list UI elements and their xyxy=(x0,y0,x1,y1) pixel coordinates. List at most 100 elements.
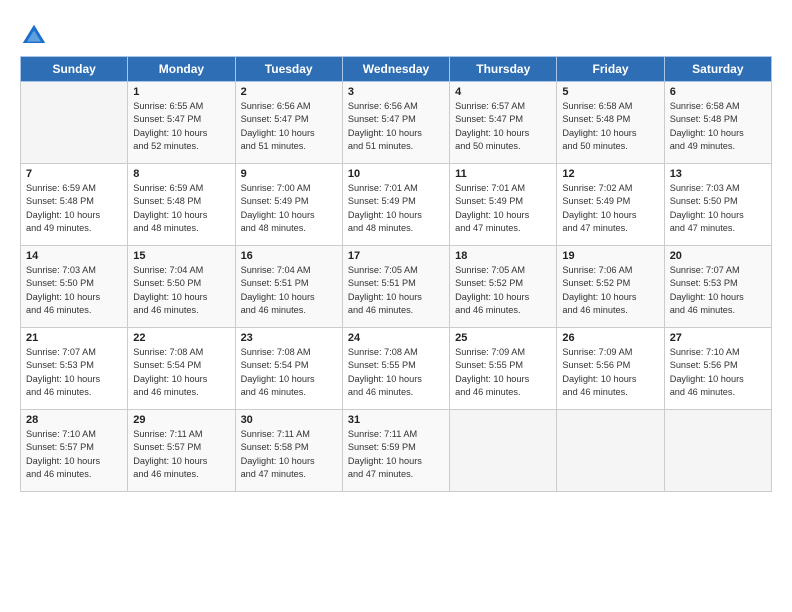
day-number: 3 xyxy=(348,86,444,98)
day-number: 14 xyxy=(26,250,122,262)
calendar-cell: 29 Sunrise: 7:11 AM Sunset: 5:57 PM Dayli… xyxy=(128,410,235,492)
calendar-cell: 8 Sunrise: 6:59 AM Sunset: 5:48 PM Daylig… xyxy=(128,164,235,246)
day-info: Sunrise: 7:08 AM Sunset: 5:54 PM Dayligh… xyxy=(133,346,229,399)
day-number: 7 xyxy=(26,168,122,180)
day-info: Sunrise: 7:09 AM Sunset: 5:56 PM Dayligh… xyxy=(562,346,658,399)
day-number: 24 xyxy=(348,332,444,344)
weekday-header: Tuesday xyxy=(235,57,342,82)
calendar-cell: 9Sunrise: 7:00 AM Sunset: 5:49 PM Daylig… xyxy=(235,164,342,246)
calendar-week-row: 21Sunrise: 7:07 AM Sunset: 5:53 PM Dayli… xyxy=(21,328,772,410)
day-info: Sunrise: 6:56 AM Sunset: 5:47 PM Dayligh… xyxy=(348,100,444,153)
day-number: 23 xyxy=(241,332,337,344)
calendar-cell: 7 Sunrise: 6:59 AM Sunset: 5:48 PM Daylig… xyxy=(21,164,128,246)
day-info: Sunrise: 7:01 AM Sunset: 5:49 PM Dayligh… xyxy=(348,182,444,235)
calendar-cell: 25Sunrise: 7:09 AM Sunset: 5:55 PM Dayli… xyxy=(450,328,557,410)
calendar-cell: 11Sunrise: 7:01 AM Sunset: 5:49 PM Dayli… xyxy=(450,164,557,246)
weekday-header: Thursday xyxy=(450,57,557,82)
day-number: 17 xyxy=(348,250,444,262)
calendar-cell: 5 Sunrise: 6:58 AM Sunset: 5:48 PM Daylig… xyxy=(557,82,664,164)
day-info: Sunrise: 7:03 AM Sunset: 5:50 PM Dayligh… xyxy=(670,182,766,235)
logo xyxy=(20,22,52,50)
calendar-cell: 2 Sunrise: 6:56 AM Sunset: 5:47 PM Daylig… xyxy=(235,82,342,164)
day-info: Sunrise: 7:06 AM Sunset: 5:52 PM Dayligh… xyxy=(562,264,658,317)
day-info: Sunrise: 7:05 AM Sunset: 5:52 PM Dayligh… xyxy=(455,264,551,317)
day-info: Sunrise: 6:57 AM Sunset: 5:47 PM Dayligh… xyxy=(455,100,551,153)
calendar-cell: 10 Sunrise: 7:01 AM Sunset: 5:49 PM Dayli… xyxy=(342,164,449,246)
calendar-cell: 31 Sunrise: 7:11 AM Sunset: 5:59 PM Dayli… xyxy=(342,410,449,492)
day-info: Sunrise: 7:11 AM Sunset: 5:58 PM Dayligh… xyxy=(241,428,337,481)
day-number: 30 xyxy=(241,414,337,426)
day-info: Sunrise: 7:07 AM Sunset: 5:53 PM Dayligh… xyxy=(26,346,122,399)
calendar-week-row: 7 Sunrise: 6:59 AM Sunset: 5:48 PM Daylig… xyxy=(21,164,772,246)
day-info: Sunrise: 7:09 AM Sunset: 5:55 PM Dayligh… xyxy=(455,346,551,399)
day-info: Sunrise: 7:10 AM Sunset: 5:56 PM Dayligh… xyxy=(670,346,766,399)
logo-icon xyxy=(20,22,48,50)
calendar-week-row: 14 Sunrise: 7:03 AM Sunset: 5:50 PM Dayli… xyxy=(21,246,772,328)
day-number: 10 xyxy=(348,168,444,180)
day-info: Sunrise: 7:00 AM Sunset: 5:49 PM Dayligh… xyxy=(241,182,337,235)
calendar-cell: 4Sunrise: 6:57 AM Sunset: 5:47 PM Daylig… xyxy=(450,82,557,164)
day-number: 28 xyxy=(26,414,122,426)
calendar-cell: 18 Sunrise: 7:05 AM Sunset: 5:52 PM Dayli… xyxy=(450,246,557,328)
calendar-cell: 1 Sunrise: 6:55 AM Sunset: 5:47 PM Daylig… xyxy=(128,82,235,164)
day-number: 18 xyxy=(455,250,551,262)
day-info: Sunrise: 6:58 AM Sunset: 5:48 PM Dayligh… xyxy=(670,100,766,153)
day-info: Sunrise: 7:02 AM Sunset: 5:49 PM Dayligh… xyxy=(562,182,658,235)
day-info: Sunrise: 7:05 AM Sunset: 5:51 PM Dayligh… xyxy=(348,264,444,317)
day-info: Sunrise: 6:58 AM Sunset: 5:48 PM Dayligh… xyxy=(562,100,658,153)
calendar-cell: 21Sunrise: 7:07 AM Sunset: 5:53 PM Dayli… xyxy=(21,328,128,410)
day-number: 22 xyxy=(133,332,229,344)
weekday-header: Wednesday xyxy=(342,57,449,82)
day-info: Sunrise: 7:11 AM Sunset: 5:59 PM Dayligh… xyxy=(348,428,444,481)
day-number: 1 xyxy=(133,86,229,98)
calendar-cell: 27 Sunrise: 7:10 AM Sunset: 5:56 PM Dayli… xyxy=(664,328,771,410)
weekday-header: Friday xyxy=(557,57,664,82)
header-row: SundayMondayTuesdayWednesdayThursdayFrid… xyxy=(21,57,772,82)
calendar-table: SundayMondayTuesdayWednesdayThursdayFrid… xyxy=(20,56,772,492)
calendar-cell: 20 Sunrise: 7:07 AM Sunset: 5:53 PM Dayli… xyxy=(664,246,771,328)
day-info: Sunrise: 7:01 AM Sunset: 5:49 PM Dayligh… xyxy=(455,182,551,235)
day-number: 27 xyxy=(670,332,766,344)
day-info: Sunrise: 7:04 AM Sunset: 5:51 PM Dayligh… xyxy=(241,264,337,317)
day-info: Sunrise: 6:59 AM Sunset: 5:48 PM Dayligh… xyxy=(133,182,229,235)
day-info: Sunrise: 7:10 AM Sunset: 5:57 PM Dayligh… xyxy=(26,428,122,481)
calendar-cell xyxy=(21,82,128,164)
day-info: Sunrise: 6:55 AM Sunset: 5:47 PM Dayligh… xyxy=(133,100,229,153)
calendar-cell: 30 Sunrise: 7:11 AM Sunset: 5:58 PM Dayli… xyxy=(235,410,342,492)
day-number: 20 xyxy=(670,250,766,262)
day-info: Sunrise: 7:03 AM Sunset: 5:50 PM Dayligh… xyxy=(26,264,122,317)
day-info: Sunrise: 7:08 AM Sunset: 5:54 PM Dayligh… xyxy=(241,346,337,399)
day-info: Sunrise: 7:08 AM Sunset: 5:55 PM Dayligh… xyxy=(348,346,444,399)
day-number: 2 xyxy=(241,86,337,98)
day-info: Sunrise: 6:59 AM Sunset: 5:48 PM Dayligh… xyxy=(26,182,122,235)
calendar-cell xyxy=(450,410,557,492)
calendar-cell: 15 Sunrise: 7:04 AM Sunset: 5:50 PM Dayli… xyxy=(128,246,235,328)
day-number: 6 xyxy=(670,86,766,98)
day-number: 26 xyxy=(562,332,658,344)
day-number: 29 xyxy=(133,414,229,426)
day-number: 16 xyxy=(241,250,337,262)
calendar-cell: 3 Sunrise: 6:56 AM Sunset: 5:47 PM Daylig… xyxy=(342,82,449,164)
day-number: 31 xyxy=(348,414,444,426)
day-number: 12 xyxy=(562,168,658,180)
calendar-cell: 17 Sunrise: 7:05 AM Sunset: 5:51 PM Dayli… xyxy=(342,246,449,328)
day-info: Sunrise: 7:04 AM Sunset: 5:50 PM Dayligh… xyxy=(133,264,229,317)
page-container: SundayMondayTuesdayWednesdayThursdayFrid… xyxy=(0,0,792,502)
header xyxy=(20,18,772,50)
day-info: Sunrise: 7:11 AM Sunset: 5:57 PM Dayligh… xyxy=(133,428,229,481)
calendar-cell: 22 Sunrise: 7:08 AM Sunset: 5:54 PM Dayli… xyxy=(128,328,235,410)
calendar-cell: 19 Sunrise: 7:06 AM Sunset: 5:52 PM Dayli… xyxy=(557,246,664,328)
calendar-cell: 26 Sunrise: 7:09 AM Sunset: 5:56 PM Dayli… xyxy=(557,328,664,410)
day-number: 13 xyxy=(670,168,766,180)
calendar-cell xyxy=(557,410,664,492)
day-info: Sunrise: 6:56 AM Sunset: 5:47 PM Dayligh… xyxy=(241,100,337,153)
calendar-week-row: 28 Sunrise: 7:10 AM Sunset: 5:57 PM Dayli… xyxy=(21,410,772,492)
day-number: 19 xyxy=(562,250,658,262)
day-info: Sunrise: 7:07 AM Sunset: 5:53 PM Dayligh… xyxy=(670,264,766,317)
day-number: 8 xyxy=(133,168,229,180)
calendar-cell: 14 Sunrise: 7:03 AM Sunset: 5:50 PM Dayli… xyxy=(21,246,128,328)
calendar-cell: 12 Sunrise: 7:02 AM Sunset: 5:49 PM Dayli… xyxy=(557,164,664,246)
day-number: 5 xyxy=(562,86,658,98)
calendar-cell: 6 Sunrise: 6:58 AM Sunset: 5:48 PM Daylig… xyxy=(664,82,771,164)
day-number: 15 xyxy=(133,250,229,262)
